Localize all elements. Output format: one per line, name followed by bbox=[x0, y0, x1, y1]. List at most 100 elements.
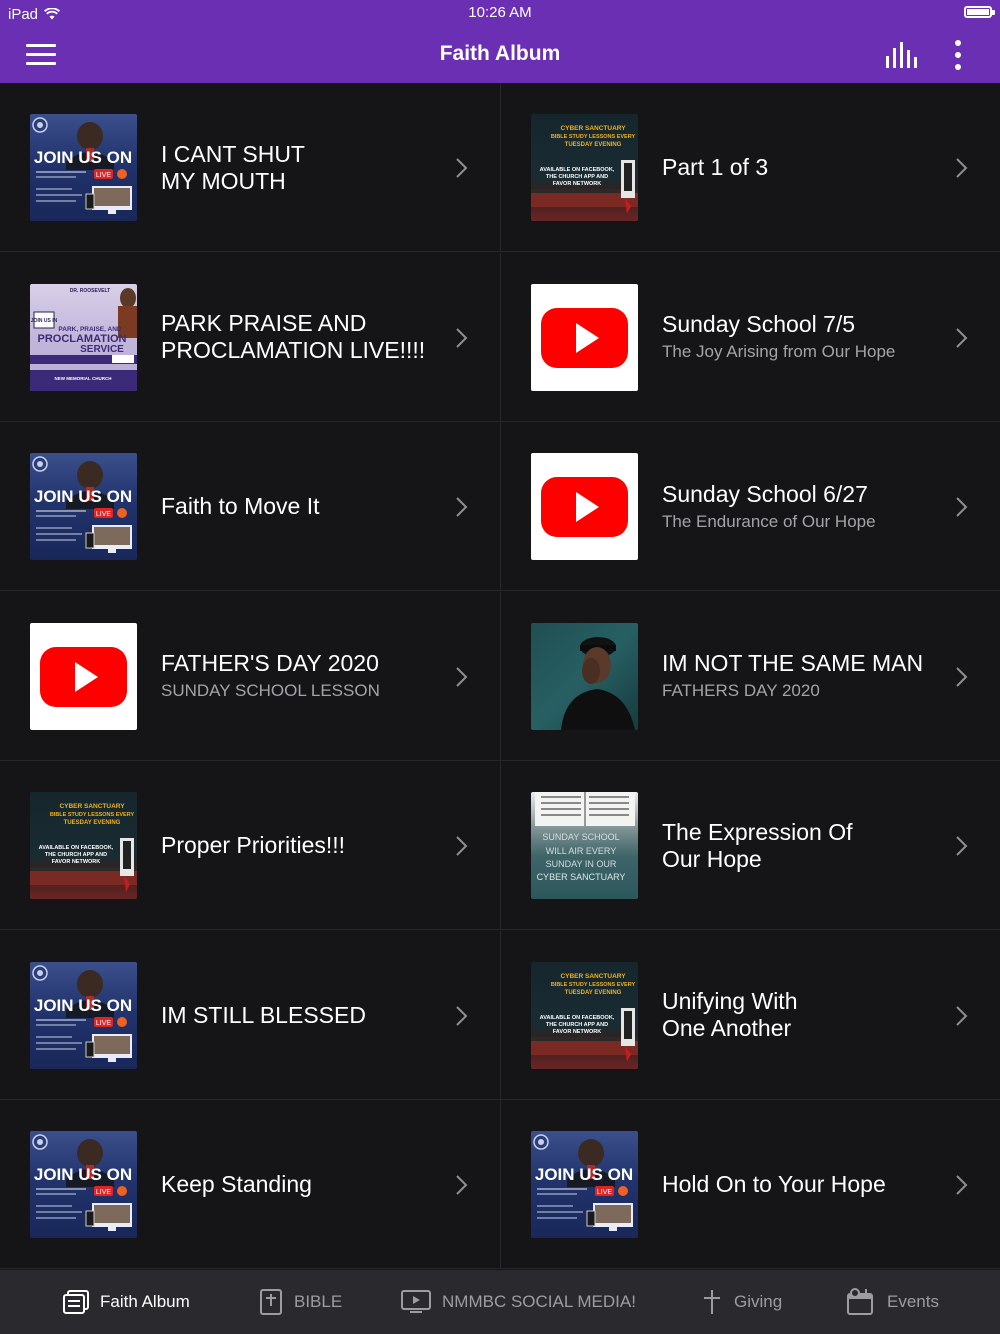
join-text: JOIN US ON bbox=[34, 996, 132, 1015]
album-item-title: IM STILL BLESSED bbox=[161, 1001, 366, 1028]
battery-icon bbox=[964, 6, 995, 18]
more-vertical-icon[interactable] bbox=[952, 40, 964, 70]
chevron-right-icon bbox=[956, 497, 968, 517]
park-flyer-text: NEW MEMORIAL CHURCH bbox=[55, 376, 112, 381]
join-text: JOIN US ON bbox=[34, 1165, 132, 1184]
album-item[interactable]: Sunday School 7/5 The Joy Arising from Ou… bbox=[500, 252, 1000, 422]
cyber-flyer-text: THE CHURCH APP AND bbox=[546, 1022, 608, 1028]
album-item[interactable]: IM NOT THE SAME MAN FATHERS DAY 2020 bbox=[500, 591, 1000, 761]
tab-label-bible: BIBLE bbox=[294, 1292, 343, 1311]
sunday-flyer-text: CYBER SANCTUARY bbox=[537, 872, 626, 882]
album-item[interactable]: SUNDAY SCHOOL WILL AIR EVERY SUNDAY IN O… bbox=[500, 761, 1000, 930]
bible-icon bbox=[260, 1289, 282, 1315]
album-item-title: Faith to Move It bbox=[161, 493, 320, 519]
album-item-text: FATHER'S DAY 2020 SUNDAY SCHOOL LESSON bbox=[161, 592, 440, 761]
chevron-right-icon bbox=[956, 1005, 968, 1026]
cyber-flyer-text: AVAILABLE ON FACEBOOK, bbox=[39, 845, 114, 851]
chevron-right-icon bbox=[456, 1005, 468, 1026]
chevron-right-icon bbox=[456, 836, 468, 856]
calendar-icon bbox=[847, 1288, 873, 1315]
album-item[interactable]: JOIN US ON LIVE Keep Standing bbox=[0, 1100, 500, 1269]
status-time: 10:26 AM bbox=[468, 4, 532, 21]
album-item[interactable]: FATHER'S DAY 2020 SUNDAY SCHOOL LESSON bbox=[0, 592, 500, 761]
album-item-title: Sunday School 6/27 bbox=[662, 480, 868, 507]
album-item-title: Hold On to Your Hope bbox=[662, 1171, 886, 1197]
tab-events[interactable]: Events bbox=[845, 1270, 939, 1334]
live-text: LIVE bbox=[96, 1020, 112, 1027]
album-item-text: The Expression Of Our Hope bbox=[662, 761, 940, 930]
cyber-flyer-text: TUESDAY EVENING bbox=[565, 990, 622, 996]
album-item[interactable]: JOIN US ON LIVE Faith to Move It bbox=[0, 422, 500, 591]
join-text: JOIN US ON bbox=[34, 148, 132, 167]
bottom-tab-bar: Faith Album BIBLE NMMBC SOCIAL MEDIA! Gi… bbox=[0, 1270, 1000, 1334]
sunday-school-flyer: SUNDAY SCHOOL WILL AIR EVERY SUNDAY IN O… bbox=[531, 792, 638, 899]
chevron-right-icon bbox=[956, 158, 968, 178]
cyber-flyer-text: FAVOR NETWORK bbox=[52, 859, 101, 865]
tab-bible[interactable]: BIBLE bbox=[258, 1270, 342, 1334]
chevron-right-icon bbox=[456, 497, 468, 517]
sunday-flyer-text: SUNDAY SCHOOL bbox=[542, 832, 619, 842]
cyber-flyer-text: FAVOR NETWORK bbox=[553, 1029, 602, 1035]
live-text: LIVE bbox=[96, 511, 112, 518]
park-flyer-text: DR. ROOSEVELT bbox=[70, 288, 110, 294]
album-item-subtitle: SUNDAY SCHOOL LESSON bbox=[161, 681, 380, 700]
chevron-right-icon bbox=[456, 158, 468, 178]
album-item-title: The Expression Of Our Hope bbox=[662, 818, 853, 872]
album-item[interactable]: Sunday School 6/27 The Endurance of Our H… bbox=[500, 422, 1000, 591]
equalizer-icon[interactable] bbox=[886, 42, 918, 68]
chevron-right-icon bbox=[956, 666, 968, 687]
album-grid: JOIN US ON LIVE I CANT SHUT MY MOUTH CYB… bbox=[0, 83, 1000, 1270]
album-item[interactable]: CYBER SANCTUARY BIBLE STUDY LESSONS EVER… bbox=[500, 83, 1000, 252]
live-text: LIVE bbox=[597, 1189, 613, 1196]
album-item[interactable]: JOIN US ON LIVE IM STILL BLESSED bbox=[0, 931, 500, 1100]
album-item[interactable]: JOIN US ON LIVE Hold On to Your Hope bbox=[500, 1100, 1000, 1269]
album-item[interactable]: CYBER SANCTUARY BIBLE STUDY LESSONS EVER… bbox=[0, 761, 500, 930]
cyber-flyer-text: BIBLE STUDY LESSONS EVERY bbox=[551, 134, 636, 140]
chevron-right-icon bbox=[456, 327, 468, 348]
tv-icon bbox=[401, 1290, 431, 1313]
album-item-text: Keep Standing bbox=[161, 1100, 440, 1269]
join-us-on-flyer: JOIN US ON LIVE bbox=[30, 1131, 137, 1238]
album-item-title: I CANT SHUT MY MOUTH bbox=[161, 140, 305, 194]
cyber-flyer-text: THE CHURCH APP AND bbox=[45, 852, 107, 858]
tab-giving[interactable]: Giving bbox=[700, 1270, 782, 1334]
join-us-on-flyer: JOIN US ON LIVE bbox=[30, 114, 137, 221]
cyber-flyer-text: BIBLE STUDY LESSONS EVERY bbox=[551, 982, 636, 988]
park-flyer-text: PARK, PRAISE, AND bbox=[58, 326, 122, 333]
tab-label-events: Events bbox=[887, 1292, 939, 1311]
cyber-flyer-text: CYBER SANCTUARY bbox=[59, 803, 125, 810]
cyber-sanctuary-flyer: CYBER SANCTUARY BIBLE STUDY LESSONS EVER… bbox=[531, 114, 638, 221]
cyber-flyer-text: TUESDAY EVENING bbox=[565, 142, 622, 148]
chevron-right-icon bbox=[456, 666, 468, 687]
album-item-text: Hold On to Your Hope bbox=[662, 1100, 940, 1269]
album-item-title: IM NOT THE SAME MAN bbox=[662, 650, 924, 676]
album-item-text: Sunday School 7/5 The Joy Arising from Ou… bbox=[662, 253, 940, 422]
tab-label-faith-album: Faith Album bbox=[100, 1292, 190, 1311]
tab-faith-album[interactable]: Faith Album bbox=[62, 1270, 190, 1334]
cyber-flyer-text: FAVOR NETWORK bbox=[553, 181, 602, 187]
sunday-flyer-text: SUNDAY IN OUR bbox=[546, 859, 617, 869]
top-app-bar: iPad 10:26 AM Faith Album bbox=[0, 0, 1000, 83]
cyber-flyer-text: AVAILABLE ON FACEBOOK, bbox=[540, 1015, 615, 1021]
cyber-flyer-text: AVAILABLE ON FACEBOOK, bbox=[540, 167, 615, 173]
album-item-title: FATHER'S DAY 2020 bbox=[161, 650, 379, 676]
album-item-text: Faith to Move It bbox=[161, 422, 440, 591]
album-item-subtitle: The Joy Arising from Our Hope bbox=[662, 342, 896, 361]
album-item[interactable]: DR. ROOSEVELT JOIN US IN PARK, PRAISE, A… bbox=[0, 253, 500, 422]
tab-label-social-media: NMMBC SOCIAL MEDIA! bbox=[442, 1292, 636, 1311]
tab-social-media[interactable]: NMMBC SOCIAL MEDIA! bbox=[400, 1270, 636, 1334]
album-item-text: Unifying With One Another bbox=[662, 931, 940, 1100]
album-item-text: Proper Priorities!!! bbox=[161, 761, 440, 930]
live-text: LIVE bbox=[96, 172, 112, 179]
cyber-flyer-text: CYBER SANCTUARY bbox=[560, 973, 626, 980]
join-text: JOIN US ON bbox=[535, 1165, 633, 1184]
album-item-text: IM NOT THE SAME MAN FATHERS DAY 2020 bbox=[662, 592, 940, 761]
album-item[interactable]: JOIN US ON LIVE I CANT SHUT MY MOUTH bbox=[0, 83, 500, 252]
park-praise-flyer: DR. ROOSEVELT JOIN US IN PARK, PRAISE, A… bbox=[30, 283, 137, 391]
join-us-on-flyer: JOIN US ON LIVE bbox=[531, 1131, 638, 1238]
album-item-subtitle: The Endurance of Our Hope bbox=[662, 511, 876, 531]
man-portrait-photo bbox=[531, 622, 638, 730]
cyber-flyer-text: THE CHURCH APP AND bbox=[546, 174, 608, 180]
album-item-text: Sunday School 6/27 The Endurance of Our H… bbox=[662, 422, 940, 591]
album-item[interactable]: CYBER SANCTUARY BIBLE STUDY LESSONS EVER… bbox=[500, 930, 1000, 1100]
